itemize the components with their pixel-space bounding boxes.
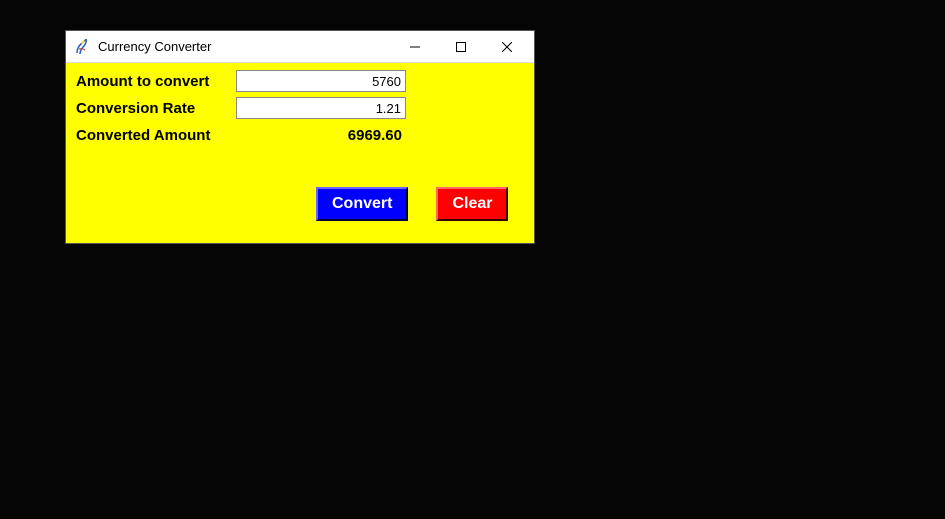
window-title: Currency Converter: [98, 39, 392, 54]
convert-button[interactable]: Convert: [316, 187, 408, 221]
window-controls: [392, 32, 530, 62]
app-window: Currency Converter Amount to convert Con…: [65, 30, 535, 244]
rate-input[interactable]: [236, 97, 406, 119]
tkinter-icon: [74, 39, 90, 55]
result-value: 6969.60: [236, 127, 406, 144]
buttons-row: Convert Clear: [316, 187, 524, 221]
close-button[interactable]: [484, 32, 530, 62]
amount-input[interactable]: [236, 70, 406, 92]
maximize-button[interactable]: [438, 32, 484, 62]
amount-label: Amount to convert: [76, 73, 236, 90]
clear-button[interactable]: Clear: [436, 187, 508, 221]
result-label: Converted Amount: [76, 127, 236, 144]
result-row: Converted Amount 6969.60: [76, 123, 524, 147]
rate-label: Conversion Rate: [76, 100, 236, 117]
amount-row: Amount to convert: [76, 69, 524, 93]
titlebar: Currency Converter: [66, 31, 534, 63]
minimize-button[interactable]: [392, 32, 438, 62]
form-area: Amount to convert Conversion Rate Conver…: [66, 63, 534, 243]
rate-row: Conversion Rate: [76, 96, 524, 120]
